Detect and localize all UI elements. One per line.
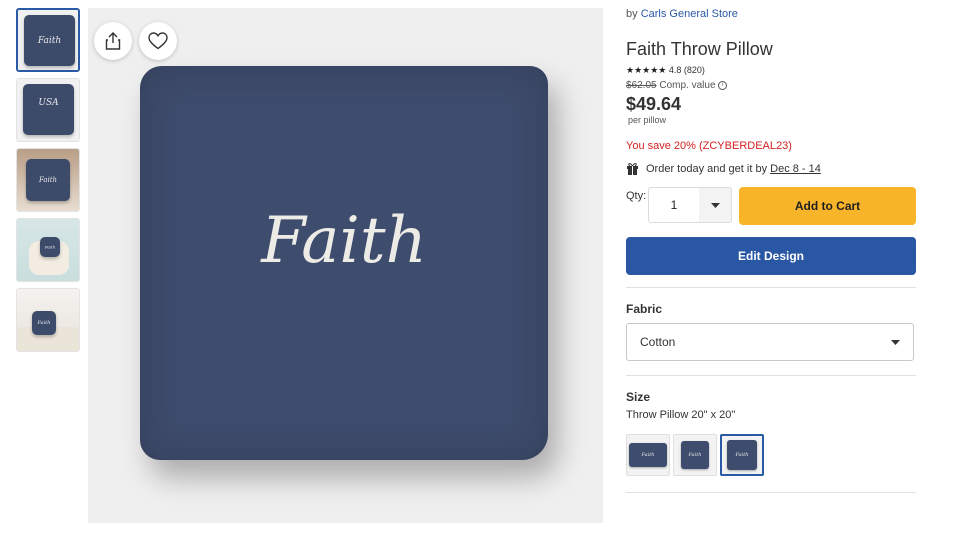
square-pillow-image: Faith (727, 440, 757, 470)
rating-value: 4.8 (820) (668, 65, 705, 75)
comp-value-row: $62.05 Comp. value i (626, 80, 916, 91)
quantity-value: 1 (649, 188, 699, 222)
quantity-cart-row: Qty: 1 Add to Cart (626, 187, 916, 225)
size-options: Faith Faith Faith (626, 434, 916, 476)
info-icon[interactable]: i (718, 80, 728, 90)
thumbnail-text: USA (38, 98, 59, 108)
divider (626, 375, 916, 376)
delivery-row: Order today and get it by Dec 8 - 14 (626, 162, 916, 175)
thumbnail-text: Faith (44, 244, 56, 250)
delivery-text: Order today and get it by (646, 162, 768, 175)
lumbar-pillow-image: Faith (629, 443, 667, 467)
pillow-thumbnail-image: Faith (40, 237, 60, 257)
byline-prefix: by (626, 8, 638, 20)
thumbnail-5[interactable]: Faith (16, 288, 80, 352)
savings-text: You save 20% (ZCYBERDEAL23) (626, 140, 792, 152)
thumbnail-3[interactable]: Faith (16, 148, 80, 212)
pillow-thumbnail-image: USA (23, 84, 74, 135)
pillow-thumbnail-image: Faith (32, 311, 56, 335)
pillow-image: Faith (140, 66, 548, 460)
product-details-panel: by Carls General Store Faith Throw Pillo… (626, 8, 916, 493)
favorite-button[interactable] (139, 22, 177, 60)
comp-price: $62.05 (626, 80, 657, 91)
pillow-thumbnail-image: Faith (24, 15, 75, 66)
star-rating-icon: ★★★★★ (626, 65, 667, 75)
size-option-square[interactable]: Faith (720, 434, 764, 476)
store-byline: by Carls General Store (626, 8, 916, 20)
rating-row[interactable]: ★★★★★ 4.8 (820) (626, 65, 916, 76)
main-product-image[interactable]: Faith (88, 8, 603, 523)
size-selected-value: Throw Pillow 20" x 20" (626, 409, 736, 421)
thumbnail-text: Faith (37, 35, 62, 46)
pillow-thumbnail-image: Faith (26, 159, 70, 201)
store-link[interactable]: Carls General Store (641, 8, 738, 20)
delivery-date-link[interactable]: Dec 8 - 14 (770, 163, 821, 175)
size-label: Size (626, 390, 651, 404)
comp-label: Comp. value (659, 80, 716, 91)
fabric-label: Fabric (626, 302, 663, 316)
divider (626, 492, 916, 493)
quantity-label: Qty: (626, 190, 647, 202)
price: $49.64 (626, 94, 682, 114)
share-button[interactable] (94, 22, 132, 60)
thumbnail-4[interactable]: Faith (16, 218, 80, 282)
size-option-text: Faith (735, 452, 749, 458)
heart-icon (148, 32, 168, 50)
chevron-down-icon (891, 339, 900, 345)
gift-icon (627, 163, 638, 175)
share-icon (105, 32, 121, 50)
thumbnail-2[interactable]: USA (16, 78, 80, 142)
fabric-selected-value: Cotton (640, 335, 676, 349)
add-to-cart-button[interactable]: Add to Cart (739, 187, 916, 225)
size-option-text: Faith (688, 452, 702, 458)
pillow-print-text: Faith (261, 204, 427, 278)
thumbnail-1[interactable]: Faith (16, 8, 80, 72)
thumbnail-text: Faith (37, 320, 51, 326)
size-option-lumbar[interactable]: Faith (626, 434, 670, 476)
thumbnail-list: Faith USA Faith Faith Faith (16, 8, 82, 358)
edit-design-button[interactable]: Edit Design (626, 237, 916, 275)
price-unit: per pillow (628, 115, 667, 125)
fabric-select[interactable]: Cotton (626, 323, 914, 361)
size-option-small-square[interactable]: Faith (673, 434, 717, 476)
thumbnail-text: Faith (38, 176, 58, 184)
chevron-down-icon (699, 188, 731, 222)
product-title: Faith Throw Pillow (626, 39, 773, 59)
small-square-pillow-image: Faith (681, 441, 709, 469)
divider (626, 287, 916, 288)
quantity-select[interactable]: 1 (648, 187, 732, 223)
size-option-text: Faith (641, 452, 655, 458)
